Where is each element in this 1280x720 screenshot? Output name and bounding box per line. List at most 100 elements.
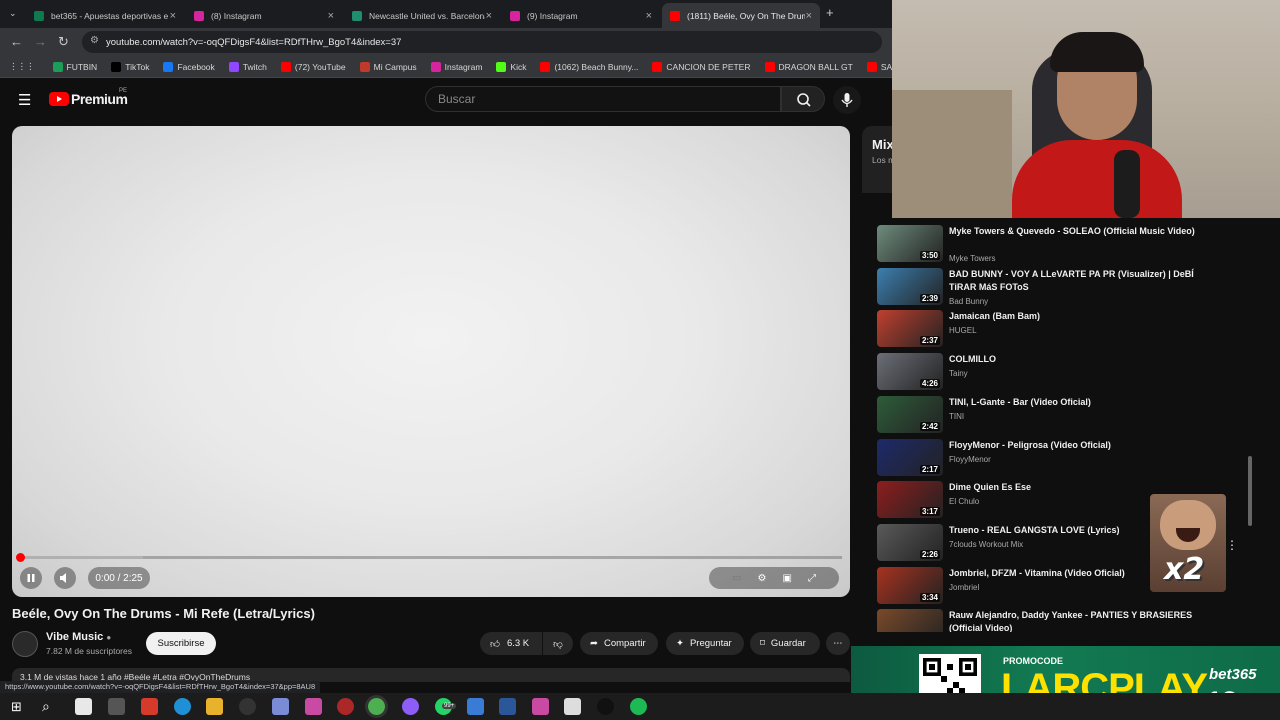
- tab-search-icon[interactable]: ⌄: [9, 6, 17, 20]
- save-button[interactable]: ⌑ Guardar: [750, 632, 820, 655]
- video-thumbnail[interactable]: 4:26: [877, 353, 943, 390]
- fullscreen-icon[interactable]: ⤢: [808, 573, 816, 584]
- bookmark-item[interactable]: CANCION DE PETER: [652, 61, 751, 72]
- settings-gear-icon[interactable]: ⚙: [758, 573, 767, 584]
- ask-button[interactable]: ✦ Preguntar: [666, 632, 744, 655]
- app-icon-5[interactable]: [337, 698, 354, 715]
- tab-close-icon[interactable]: ×: [486, 10, 492, 22]
- reload-icon[interactable]: ↻: [58, 35, 69, 49]
- playlist-item[interactable]: Rauw Alejandro, Daddy Yankee - PANTIES Y…: [877, 609, 1252, 632]
- bookmark-item[interactable]: (1062) Beach Bunny...: [540, 61, 638, 72]
- browser-tab[interactable]: (9) Instagram ×: [502, 3, 660, 28]
- video-thumbnail[interactable]: 2:26: [877, 524, 943, 561]
- playlist-item[interactable]: 2:39 BAD BUNNY - VOY A LLeVARTE PA PR (Vi…: [877, 268, 1252, 310]
- tiktok-icon[interactable]: [597, 698, 614, 715]
- search-input[interactable]: Buscar: [425, 86, 781, 112]
- tab-close-icon[interactable]: ×: [328, 10, 334, 22]
- bookmark-item[interactable]: SAU: [866, 61, 892, 72]
- app-icon-3[interactable]: [272, 698, 289, 715]
- bookmark-item[interactable]: (72) YouTube: [280, 61, 346, 72]
- bookmark-item[interactable]: Mi Campus: [359, 61, 417, 72]
- bookmark-item[interactable]: Twitch: [228, 61, 267, 72]
- tab-close-icon[interactable]: ×: [806, 10, 812, 22]
- browser-tab[interactable]: (1811) Beéle, Ovy On The Drum ×: [662, 3, 820, 28]
- bookmark-item[interactable]: TikTok: [111, 61, 149, 72]
- spotify-icon[interactable]: [630, 698, 647, 715]
- address-input[interactable]: ⚙ youtube.com/watch?v=-oqQFDigsF4&list=R…: [82, 31, 882, 53]
- word-icon[interactable]: [499, 698, 516, 715]
- playlist-item[interactable]: 4:26 COLMILLO Tainy: [877, 353, 1252, 395]
- voice-search-button[interactable]: [833, 86, 861, 114]
- windows-taskbar: ⊞ ⌕ 99+: [0, 693, 1280, 720]
- browser-tab[interactable]: bet365 - Apuestas deportivas e ×: [26, 3, 184, 28]
- bookmark-item[interactable]: Instagram: [430, 61, 482, 72]
- like-button[interactable]: 👍︎ 6.3 K: [480, 632, 542, 655]
- playlist-item[interactable]: 2:17 FloyyMenor - Peligrosa (Video Oficia…: [877, 439, 1252, 481]
- app-icon[interactable]: [108, 698, 125, 715]
- video-thumbnail[interactable]: 2:42: [877, 396, 943, 433]
- description-box[interactable]: 3.1 M de vistas hace 1 año #Beéle #Letra…: [12, 668, 850, 682]
- app-icon-2[interactable]: [239, 698, 256, 715]
- video-thumbnail[interactable]: 3:50: [877, 225, 943, 262]
- share-button[interactable]: ➦ Compartir: [580, 632, 658, 655]
- bookmark-favicon-icon: [496, 61, 507, 72]
- site-info-icon[interactable]: ⚙: [90, 35, 99, 46]
- playlist-item[interactable]: 2:37 Jamaican (Bam Bam) HUGEL: [877, 310, 1252, 352]
- dislike-button[interactable]: 👎︎: [543, 632, 573, 655]
- bookmark-favicon-icon: [540, 61, 551, 72]
- app-icon-4[interactable]: [305, 698, 322, 715]
- browser-tab[interactable]: (8) Instagram ×: [186, 3, 342, 28]
- bookmark-item[interactable]: Kick: [496, 61, 526, 72]
- whatsapp-icon[interactable]: 99+: [435, 698, 457, 715]
- video-thumbnail[interactable]: 2:37: [877, 310, 943, 347]
- volume-button[interactable]: [54, 567, 76, 589]
- bookmark-item[interactable]: Facebook: [163, 61, 215, 72]
- playlist-item[interactable]: 3:50 Myke Towers & Quevedo - SOLEAO (Offi…: [877, 225, 1252, 267]
- edge-icon[interactable]: [174, 698, 191, 715]
- store-icon[interactable]: [75, 698, 92, 715]
- video-thumbnail[interactable]: 2:17: [877, 439, 943, 476]
- channel-avatar[interactable]: [12, 631, 38, 657]
- new-tab-icon[interactable]: +: [826, 6, 834, 20]
- bookmark-item[interactable]: FUTBIN: [52, 61, 97, 72]
- video-thumbnail[interactable]: 2:39: [877, 268, 943, 305]
- search-placeholder: Buscar: [438, 92, 476, 106]
- more-actions-button[interactable]: ⋯: [826, 632, 850, 655]
- browser-tab[interactable]: Newcastle United vs. Barcelona ×: [344, 3, 500, 28]
- scrubber-handle[interactable]: [16, 553, 25, 562]
- media-app-icon[interactable]: [141, 698, 158, 715]
- subtitles-icon[interactable]: ▭: [732, 573, 741, 584]
- youtube-logo-icon[interactable]: [49, 92, 69, 106]
- notes-icon[interactable]: [564, 698, 581, 715]
- chrome-icon[interactable]: [368, 698, 385, 715]
- forward-icon[interactable]: →: [34, 35, 47, 49]
- microphone-icon: [841, 93, 853, 107]
- subscribe-button[interactable]: Suscribirse: [146, 632, 216, 655]
- item-menu-icon[interactable]: ⋮: [1226, 538, 1238, 552]
- video-player[interactable]: 0:00 / 2:25 ▭ ⚙ ▣ ⤢: [12, 126, 850, 597]
- back-icon[interactable]: ←: [10, 35, 23, 49]
- app-icon-6[interactable]: [532, 698, 549, 715]
- channel-name[interactable]: Vibe Music ●: [46, 631, 111, 643]
- tab-favicon-icon: [510, 10, 520, 21]
- theater-mode-icon[interactable]: ▣: [782, 573, 791, 584]
- bookmark-item[interactable]: DRAGON BALL GT: [764, 61, 853, 72]
- file-explorer-icon[interactable]: [206, 698, 223, 715]
- search-button[interactable]: [781, 86, 825, 112]
- video-thumbnail[interactable]: 3:17: [877, 481, 943, 518]
- promo-label: PROMOCODE: [1003, 656, 1064, 666]
- calculator-icon[interactable]: [467, 698, 484, 715]
- video-thumbnail[interactable]: [877, 609, 943, 632]
- tab-close-icon[interactable]: ×: [170, 10, 176, 22]
- menu-icon[interactable]: ☰: [18, 91, 31, 109]
- progress-bar[interactable]: [16, 553, 842, 562]
- playlist-item[interactable]: 2:42 TINI, L-Gante - Bar (Video Oficial) T…: [877, 396, 1252, 438]
- pause-button[interactable]: [20, 567, 42, 589]
- playlist-scrollbar[interactable]: [1248, 456, 1252, 526]
- discord-icon[interactable]: [402, 698, 419, 715]
- video-thumbnail[interactable]: 3:34: [877, 567, 943, 604]
- taskbar-search-icon[interactable]: ⌕: [42, 698, 50, 715]
- apps-grid-icon[interactable]: ⋮⋮⋮: [9, 61, 35, 72]
- tab-close-icon[interactable]: ×: [646, 10, 652, 22]
- windows-start-icon[interactable]: ⊞: [11, 699, 22, 715]
